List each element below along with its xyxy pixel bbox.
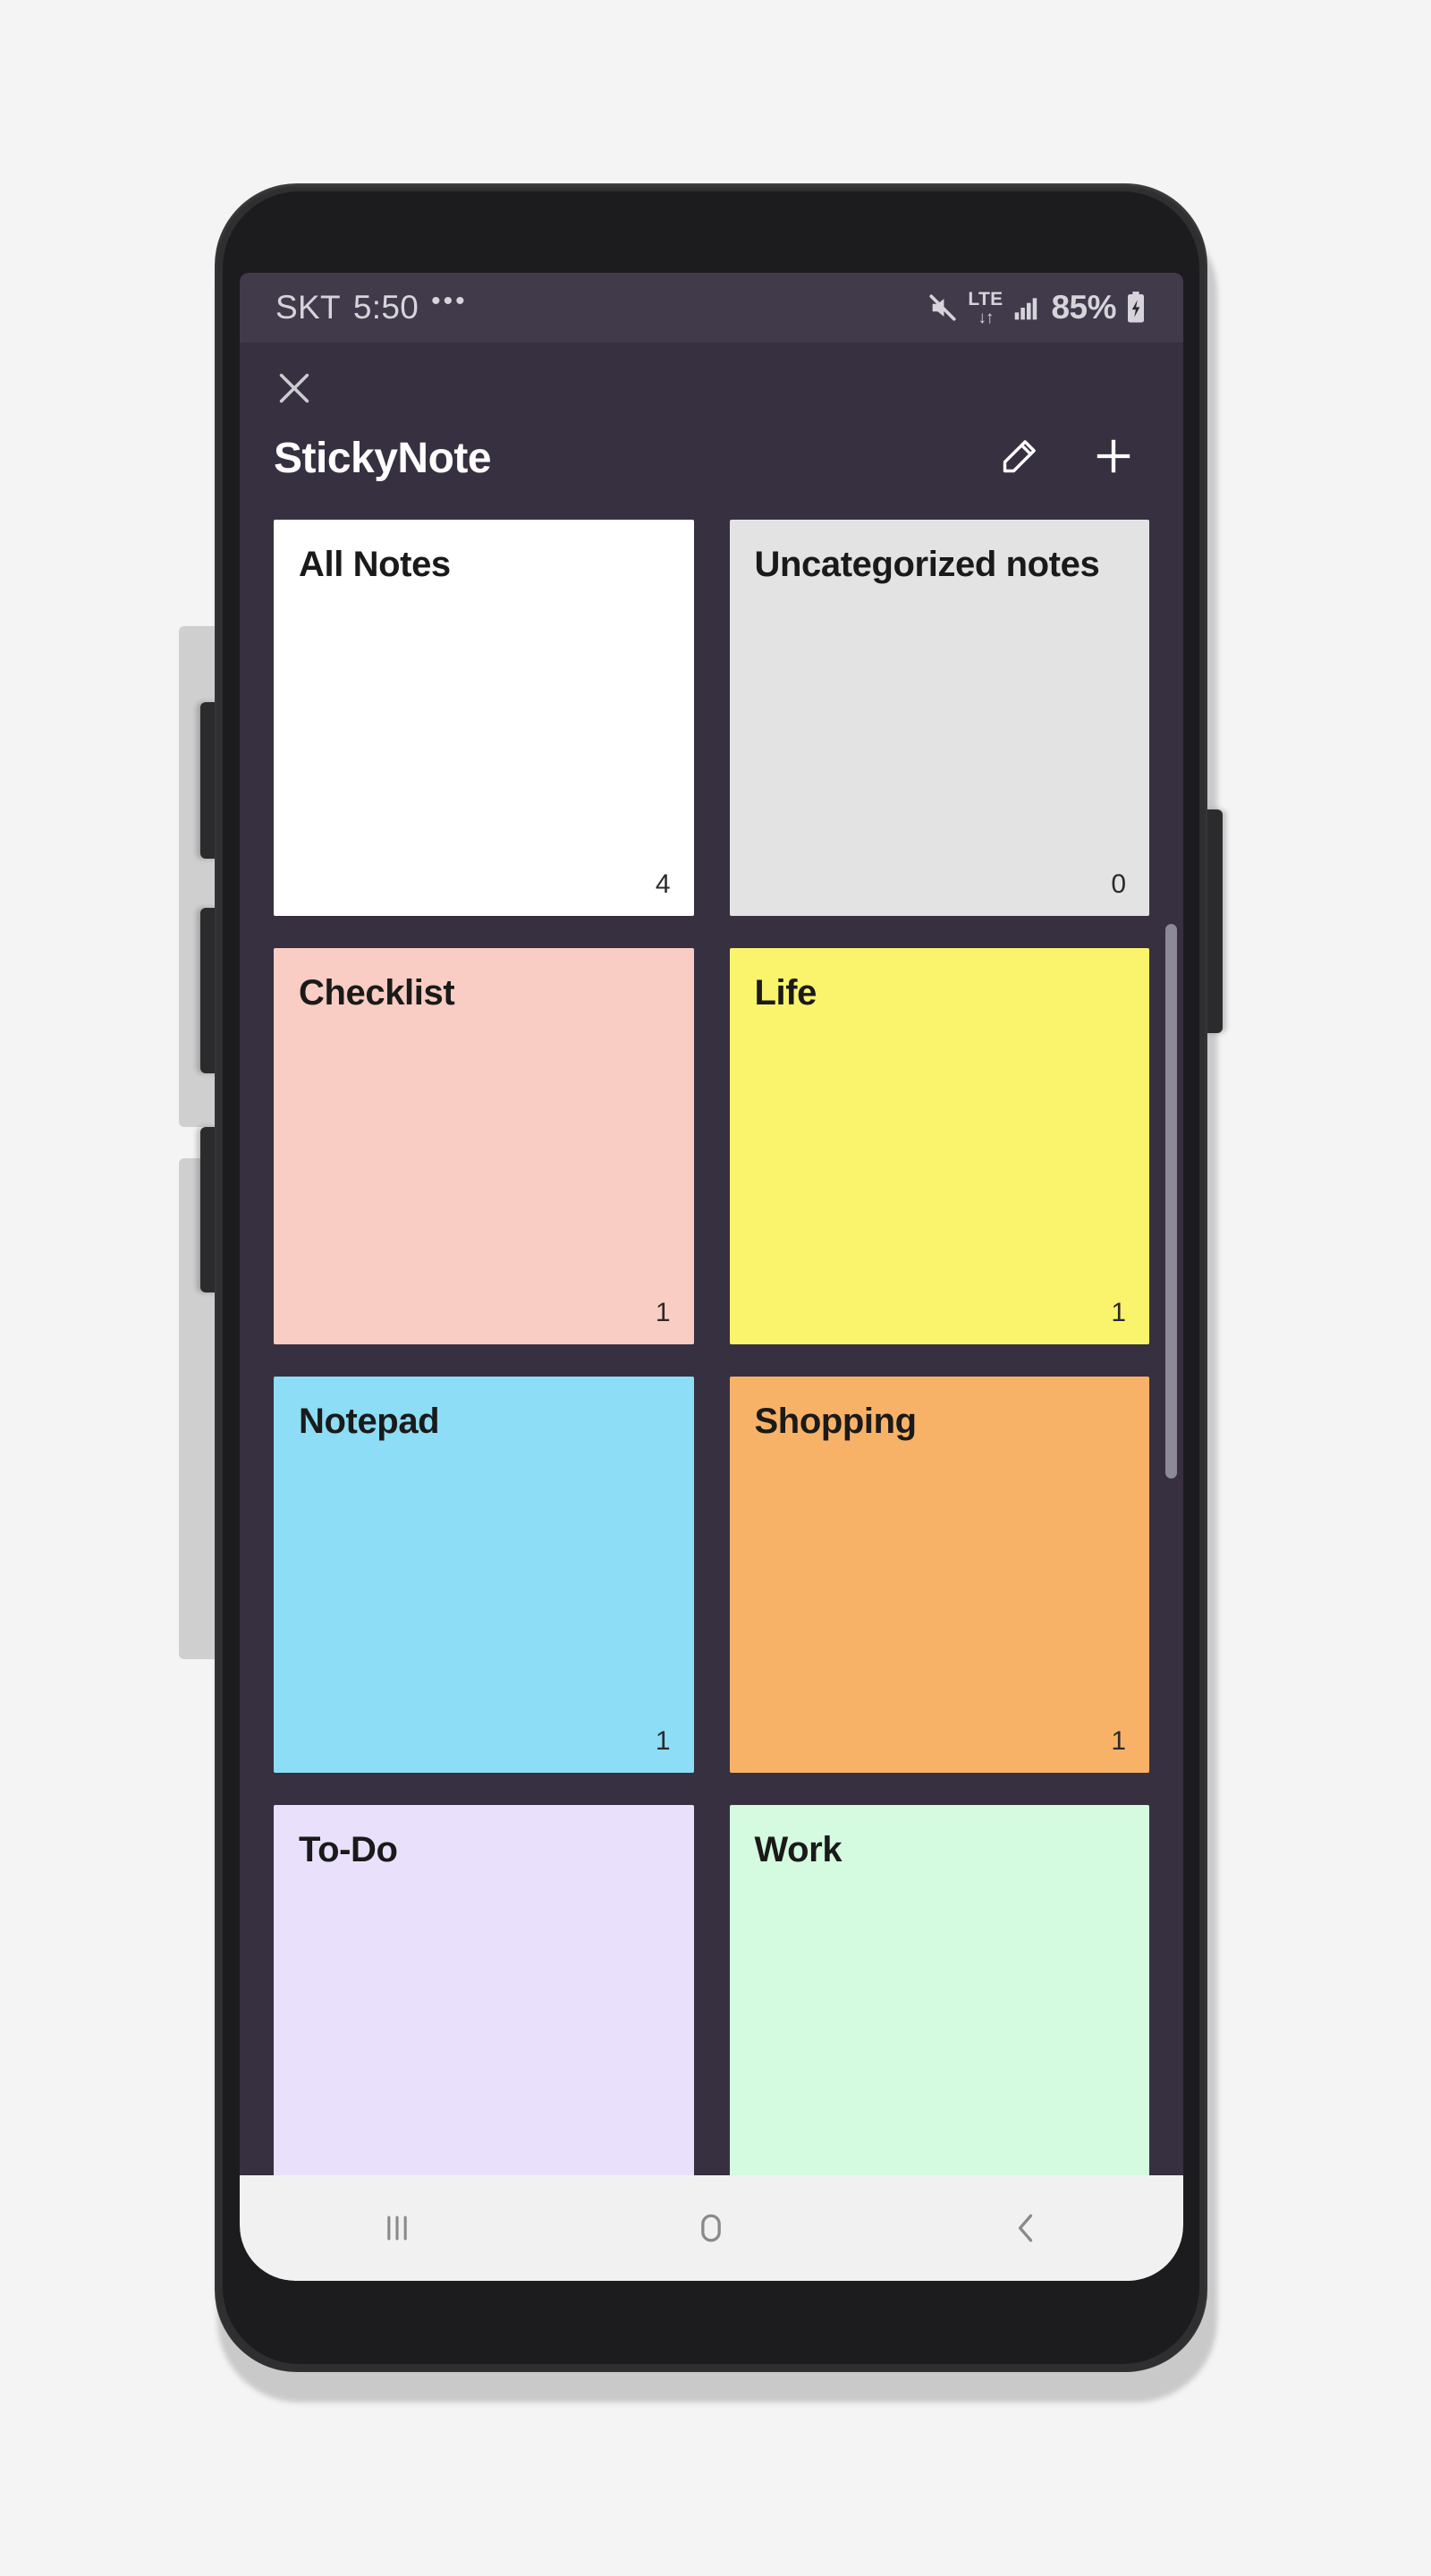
status-bar-left: SKT 5:50 ••• [275, 286, 468, 326]
back-icon[interactable] [945, 2175, 1106, 2281]
system-navigation-bar [240, 2175, 1183, 2281]
note-card-title: Shopping [754, 1402, 918, 1441]
app-body: StickyNote All Notes 4 Uncategorized not… [240, 343, 1183, 2281]
screenshot-stage: SKT 5:50 ••• LTE ↓↑ 85% StickyNote All N… [0, 0, 1431, 2576]
note-category-grid: All Notes 4 Uncategorized notes 0 Checkl… [240, 484, 1183, 2201]
recents-icon[interactable] [317, 2175, 478, 2281]
note-card-count: 0 [1111, 869, 1126, 899]
page-title: StickyNote [274, 435, 492, 482]
status-overflow-dots: ••• [431, 286, 468, 316]
battery-charging-icon [1126, 292, 1146, 324]
note-card-count: 1 [655, 1298, 671, 1327]
note-card-to-do[interactable]: To-Do [274, 1805, 694, 2201]
plus-icon[interactable] [1090, 433, 1137, 484]
close-icon[interactable] [274, 368, 1183, 413]
home-icon[interactable] [631, 2175, 792, 2281]
note-card-checklist[interactable]: Checklist 1 [274, 948, 694, 1344]
signal-bars-icon [1012, 293, 1041, 322]
note-card-count: 1 [1111, 1298, 1126, 1327]
lte-indicator: LTE ↓↑ [968, 290, 1003, 326]
note-card-title: All Notes [299, 545, 451, 584]
note-card-title: Notepad [299, 1402, 440, 1441]
note-card-count: 1 [655, 1726, 671, 1756]
note-card-title: To-Do [299, 1830, 398, 1869]
battery-percent-label: 85% [1051, 289, 1116, 326]
note-card-count: 4 [655, 869, 671, 899]
note-card-count: 1 [1111, 1726, 1126, 1756]
clock-label: 5:50 [352, 289, 419, 326]
note-card-title: Uncategorized notes [754, 545, 1100, 584]
note-card-all-notes[interactable]: All Notes 4 [274, 520, 694, 916]
note-card-title: Work [754, 1830, 843, 1869]
lte-label: LTE [968, 288, 1003, 309]
header-actions [999, 433, 1137, 484]
note-card-title: Life [754, 973, 817, 1013]
note-card-work[interactable]: Work [729, 1805, 1149, 2201]
scrollbar-track[interactable] [1165, 343, 1178, 2281]
side-key-button[interactable] [1205, 809, 1223, 1033]
note-card-life[interactable]: Life 1 [729, 948, 1149, 1344]
status-bar: SKT 5:50 ••• LTE ↓↑ 85% [240, 273, 1183, 343]
mute-icon [927, 292, 958, 323]
note-card-uncategorized-notes[interactable]: Uncategorized notes 0 [729, 520, 1149, 916]
phone-screen: SKT 5:50 ••• LTE ↓↑ 85% StickyNote All N… [240, 273, 1183, 2281]
note-card-title: Checklist [299, 973, 455, 1013]
lte-data-arrows: ↓↑ [978, 308, 994, 327]
scrollbar-thumb[interactable] [1165, 924, 1177, 1479]
pencil-icon[interactable] [999, 436, 1040, 481]
note-card-notepad[interactable]: Notepad 1 [274, 1377, 694, 1773]
note-card-shopping[interactable]: Shopping 1 [729, 1377, 1149, 1773]
status-bar-right: LTE ↓↑ 85% [927, 289, 1146, 326]
close-button-row [240, 343, 1183, 413]
carrier-label: SKT [275, 289, 341, 326]
app-header: StickyNote [240, 413, 1183, 484]
